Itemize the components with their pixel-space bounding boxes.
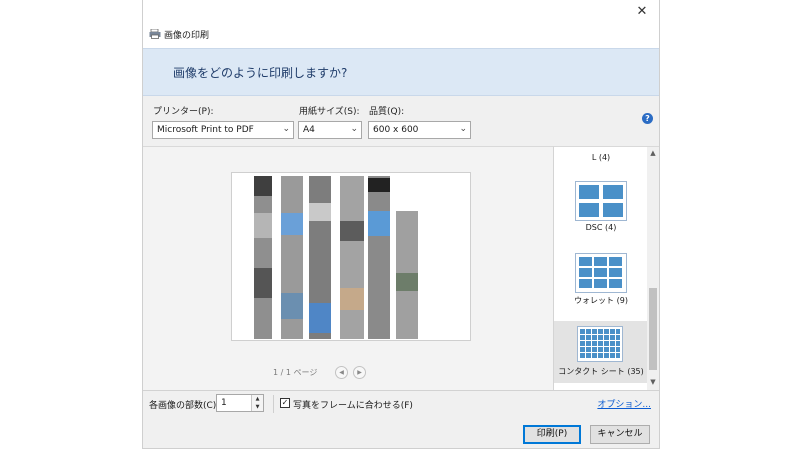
- print-button[interactable]: 印刷(P): [523, 425, 581, 444]
- banner-text: 画像をどのように印刷しますか?: [173, 66, 348, 80]
- printer-icon: [149, 29, 161, 39]
- layout-item-wallet[interactable]: ウォレット (9): [554, 247, 648, 309]
- fit-picture-label: 写真をフレームに合わせる(F): [293, 401, 413, 411]
- print-preview-pane: 1 / 1 ページ ◀ ▶: [143, 146, 553, 390]
- paper-size-select[interactable]: A4 ⌄: [298, 121, 362, 139]
- paper-size-label: 用紙サイズ(S):: [299, 107, 360, 117]
- divider: [273, 395, 274, 413]
- previous-page-button[interactable]: ◀: [335, 366, 348, 379]
- layout-thumbnail: [577, 326, 623, 362]
- fit-picture-checkbox[interactable]: ✓: [280, 398, 290, 408]
- stepper-buttons: ▲ ▼: [251, 395, 263, 411]
- scroll-down-icon[interactable]: ▼: [649, 378, 657, 386]
- title-bar: 画像の印刷: [143, 26, 659, 44]
- chevron-down-icon: ⌄: [459, 124, 467, 134]
- instruction-banner: 画像をどのように印刷しますか?: [143, 48, 659, 96]
- copies-label: 各画像の部数(C):: [149, 401, 220, 411]
- close-icon[interactable]: ✕: [633, 4, 651, 20]
- scroll-up-icon[interactable]: ▲: [649, 149, 657, 157]
- layout-item-l[interactable]: L (4): [554, 147, 648, 169]
- printer-select[interactable]: Microsoft Print to PDF ⌄: [152, 121, 294, 139]
- layout-scrollbar[interactable]: ▲ ▼: [647, 146, 659, 390]
- next-page-button[interactable]: ▶: [353, 366, 366, 379]
- dialog-footer: 印刷(P) キャンセル: [143, 418, 659, 448]
- options-link[interactable]: オプション...: [597, 397, 651, 410]
- preview-page: [231, 172, 471, 341]
- checkmark-icon: ✓: [281, 398, 289, 407]
- chevron-down-icon: ⌄: [350, 124, 358, 134]
- chevron-down-icon: ⌄: [282, 124, 290, 134]
- copies-stepper[interactable]: 1 ▲ ▼: [216, 394, 264, 412]
- quality-value: 600 x 600: [373, 125, 419, 135]
- layout-thumbnail: [575, 253, 627, 293]
- layout-thumbnail: [575, 181, 627, 221]
- layout-label: ウォレット (9): [574, 296, 628, 305]
- increment-icon[interactable]: ▲: [252, 395, 263, 403]
- scroll-thumb[interactable]: [649, 288, 657, 370]
- layout-label: コンタクト シート (35): [558, 367, 644, 376]
- photo-thumbnails-pixelated: [254, 176, 418, 339]
- print-pictures-dialog: ✕ 画像の印刷 画像をどのように印刷しますか? プリンター(P): Micros…: [142, 0, 660, 449]
- layout-item-dsc[interactable]: DSC (4): [554, 175, 648, 237]
- print-settings: プリンター(P): Microsoft Print to PDF ⌄ 用紙サイズ…: [143, 96, 659, 146]
- printer-value: Microsoft Print to PDF: [157, 125, 254, 135]
- quality-label: 品質(Q):: [369, 107, 405, 117]
- copies-value: 1: [221, 398, 227, 408]
- layout-label: L (4): [591, 153, 611, 162]
- help-icon[interactable]: ?: [642, 113, 653, 124]
- printer-label: プリンター(P):: [153, 107, 214, 117]
- dialog-title: 画像の印刷: [164, 31, 210, 41]
- paper-size-value: A4: [303, 125, 315, 135]
- quality-select[interactable]: 600 x 600 ⌄: [368, 121, 471, 139]
- page-indicator: 1 / 1 ページ: [273, 368, 318, 377]
- layout-label: DSC (4): [585, 223, 617, 232]
- layout-item-contact-sheet[interactable]: コンタクト シート (35): [554, 321, 648, 383]
- decrement-icon[interactable]: ▼: [252, 403, 263, 411]
- cancel-button[interactable]: キャンセル: [590, 425, 650, 444]
- copies-options-bar: 各画像の部数(C): 1 ▲ ▼ ✓ 写真をフレームに合わせる(F) オプション…: [143, 390, 659, 419]
- layout-list: L (4) DSC (4) ウォレット (9) コンタクト シート (35): [553, 146, 648, 390]
